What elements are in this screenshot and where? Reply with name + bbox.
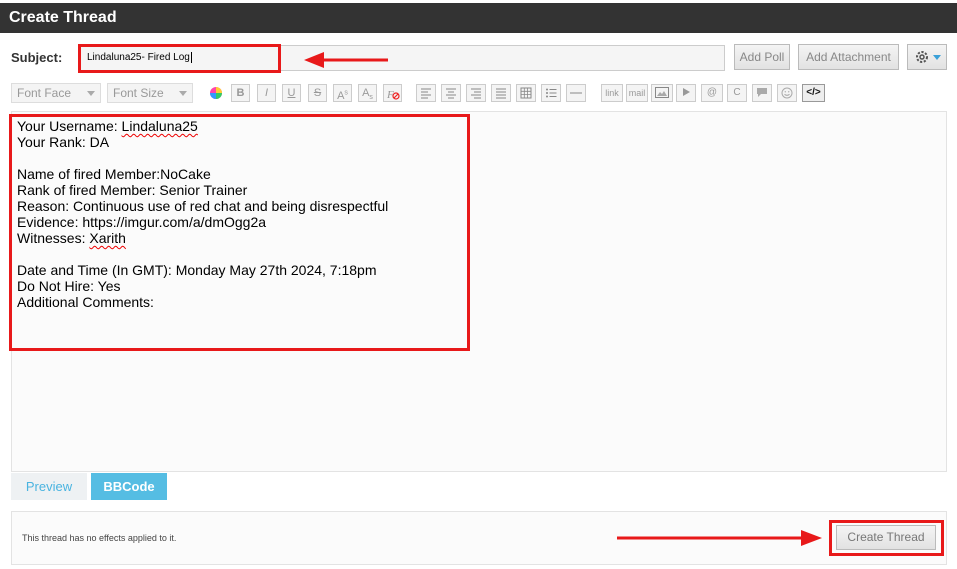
tab-preview[interactable]: Preview bbox=[11, 473, 87, 500]
superscript-icon: As bbox=[337, 89, 348, 102]
italic-button[interactable]: I bbox=[257, 84, 276, 102]
settings-button[interactable] bbox=[907, 44, 947, 70]
font-face-dropdown[interactable]: Font Face bbox=[11, 83, 101, 103]
subject-highlight-box bbox=[78, 44, 281, 73]
italic-icon: I bbox=[264, 87, 269, 99]
align-center-button[interactable] bbox=[441, 84, 461, 102]
mention-icon: @ bbox=[706, 87, 718, 98]
chevron-down-icon[interactable] bbox=[932, 54, 941, 60]
underline-icon: U bbox=[287, 87, 296, 99]
align-left-icon bbox=[421, 88, 431, 99]
justify-button[interactable] bbox=[491, 84, 511, 102]
color-wheel-icon bbox=[210, 87, 222, 99]
chevron-down-icon bbox=[179, 91, 187, 96]
link-button[interactable]: link bbox=[601, 84, 623, 102]
align-right-button[interactable] bbox=[466, 84, 486, 102]
arrow-right-icon bbox=[617, 530, 822, 546]
font-size-dropdown[interactable]: Font Size bbox=[107, 83, 193, 103]
align-right-icon bbox=[471, 88, 481, 99]
remove-format-button[interactable]: F bbox=[383, 84, 402, 102]
bold-button[interactable]: B bbox=[231, 84, 250, 102]
smilie-button[interactable] bbox=[777, 84, 797, 102]
superscript-button[interactable]: As bbox=[333, 84, 352, 102]
smiley-icon bbox=[781, 87, 793, 99]
bullet-list-icon bbox=[546, 88, 557, 98]
bold-icon: B bbox=[236, 87, 245, 99]
image-button[interactable] bbox=[651, 84, 673, 102]
subject-label: Subject: bbox=[11, 50, 63, 65]
bullet-list-button[interactable] bbox=[541, 84, 561, 102]
source-toggle-button[interactable]: </> bbox=[802, 84, 825, 102]
arrow-left-icon bbox=[304, 52, 388, 68]
mail-icon: mail bbox=[628, 88, 646, 98]
editor-toolbar: Font Face Font Size B I U S As As F link… bbox=[11, 83, 841, 105]
remove-format-icon: F bbox=[386, 89, 400, 100]
media-button[interactable] bbox=[676, 84, 696, 102]
table-icon bbox=[520, 87, 532, 99]
font-face-label: Font Face bbox=[17, 86, 72, 100]
strikethrough-icon: S bbox=[313, 87, 322, 99]
align-left-button[interactable] bbox=[416, 84, 436, 102]
code-icon: C bbox=[733, 87, 741, 98]
subscript-button[interactable]: As bbox=[358, 84, 377, 102]
add-attachment-button[interactable]: Add Attachment bbox=[798, 44, 899, 70]
subscript-icon: As bbox=[362, 87, 373, 102]
effects-text: This thread has no effects applied to it… bbox=[22, 533, 177, 543]
justify-icon bbox=[496, 88, 506, 99]
chevron-down-icon bbox=[87, 91, 95, 96]
table-button[interactable] bbox=[516, 84, 536, 102]
horizontal-rule-button[interactable] bbox=[566, 84, 586, 102]
add-poll-button[interactable]: Add Poll bbox=[734, 44, 790, 70]
speech-bubble-icon bbox=[757, 88, 767, 97]
mail-button[interactable]: mail bbox=[626, 84, 648, 102]
quote-button[interactable] bbox=[752, 84, 772, 102]
align-center-icon bbox=[446, 88, 456, 99]
page-title: Create Thread bbox=[0, 3, 957, 33]
code-toggle-icon: </> bbox=[806, 87, 821, 98]
image-icon bbox=[655, 87, 669, 98]
create-button-highlight-box bbox=[829, 520, 944, 556]
link-icon: link bbox=[605, 88, 619, 98]
tab-bbcode[interactable]: BBCode bbox=[91, 473, 167, 500]
color-button[interactable] bbox=[206, 84, 226, 102]
mention-button[interactable]: @ bbox=[701, 84, 723, 102]
horizontal-rule-icon bbox=[570, 92, 582, 94]
strikethrough-button[interactable]: S bbox=[308, 84, 327, 102]
font-size-label: Font Size bbox=[113, 86, 164, 100]
underline-button[interactable]: U bbox=[282, 84, 301, 102]
content-highlight-box bbox=[9, 114, 470, 351]
code-button[interactable]: C bbox=[727, 84, 747, 102]
play-icon bbox=[683, 88, 690, 96]
gear-icon bbox=[915, 51, 928, 63]
